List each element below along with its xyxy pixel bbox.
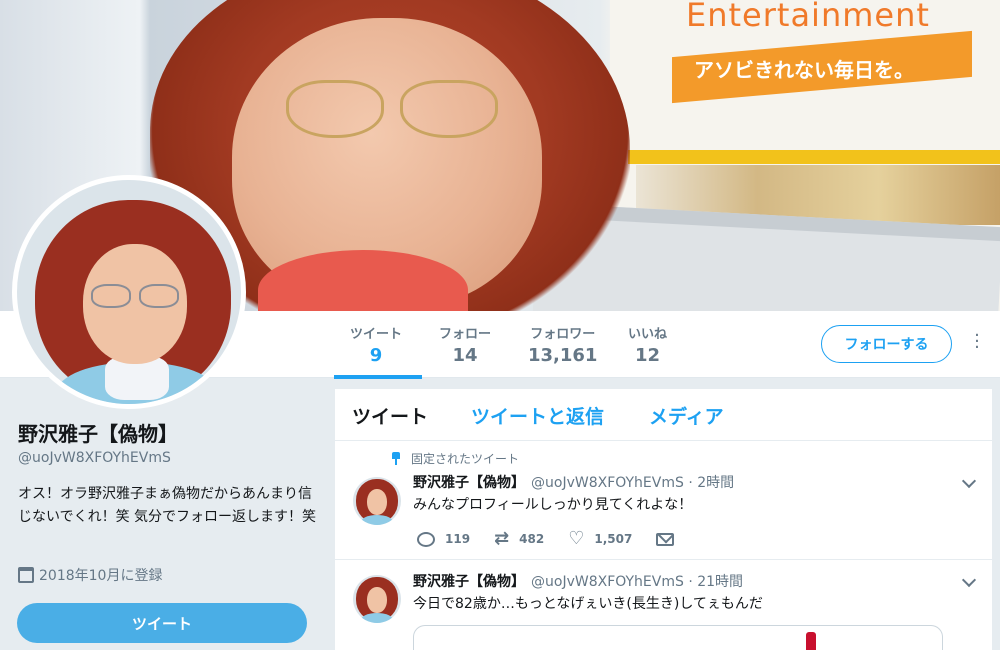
chevron-down-icon[interactable] (962, 476, 976, 490)
tab-tweets-and-replies[interactable]: ツイートと返信 (471, 402, 604, 429)
tweet-actions: 119 ⇄ 482 ♡ 1,507 (417, 530, 698, 548)
like-button[interactable]: ♡ 1,507 (568, 530, 632, 548)
stat-tweets-label: ツイート (350, 327, 403, 342)
retweet-icon: ⇄ (494, 528, 510, 549)
banner-ribbon-text: アソビきれない毎日を。 (694, 58, 914, 82)
stat-following-label: フォロー (439, 327, 492, 342)
stat-following[interactable]: フォロー 14 (439, 323, 491, 366)
compose-tweet-button[interactable]: ツイート (17, 603, 307, 643)
tweet-avatar-shirt (361, 515, 393, 525)
chevron-down-icon[interactable] (962, 575, 976, 589)
stat-followers-label: フォロワー (530, 327, 596, 342)
stat-followers-value: 13,161 (528, 345, 598, 366)
retweet-button[interactable]: ⇄ 482 (494, 530, 544, 548)
media-bottle-image (806, 632, 816, 650)
stat-likes-value: 12 (634, 345, 661, 366)
tweet-header: 野沢雅子【偽物】 @uoJvW8XFOYhEVmS · 2時間 (413, 472, 734, 492)
avatar-glasses-right (139, 284, 179, 308)
tweet-text: 今日で82歳か…もっとなげぇいき(長生き)してぇもんだ (413, 596, 763, 612)
tab-media[interactable]: メディア (649, 402, 724, 429)
tweet-avatar-shirt (361, 613, 393, 623)
pin-icon (391, 452, 401, 465)
retweet-count: 482 (519, 532, 545, 546)
active-stat-underline (334, 375, 422, 379)
stat-tweets[interactable]: ツイート 9 (350, 323, 402, 366)
tweet-text: みんなプロフィールしっかり見てくれよな！ (413, 497, 693, 513)
tweet-item[interactable]: 固定されたツイート 野沢雅子【偽物】 @uoJvW8XFOYhEVmS · 2時間… (335, 442, 992, 560)
tweet-avatar-face (367, 489, 387, 515)
stat-following-value: 14 (452, 345, 478, 366)
tab-tweets[interactable]: ツイート (352, 402, 428, 429)
profile-bio: オス！オラ野沢雅子まぁ偽物だからあんまり信じないでくれ！笑 気分でフォロー返しま… (18, 486, 317, 525)
tweet-meta[interactable]: @uoJvW8XFOYhEVmS · 21時間 (531, 574, 743, 590)
reply-icon (417, 531, 435, 547)
timeline-tabs: ツイート ツイートと返信 メディア (335, 389, 992, 441)
tweet-avatar[interactable] (353, 477, 401, 525)
avatar-glasses-left (91, 284, 131, 308)
banner-glasses-left (286, 80, 384, 138)
tweet-avatar-face (367, 587, 387, 613)
stat-likes-label: いいね (628, 327, 668, 342)
more-options-icon[interactable]: · · · (970, 327, 984, 357)
banner-stripe (628, 150, 1000, 164)
follow-button[interactable]: フォローする (821, 325, 952, 363)
reply-button[interactable]: 119 (417, 531, 471, 547)
like-count: 1,507 (594, 532, 633, 546)
reply-count: 119 (445, 532, 471, 546)
profile-joined-date: 2018年10月に登録 (18, 565, 162, 585)
calendar-icon (18, 567, 34, 583)
stat-likes[interactable]: いいね 12 (628, 323, 667, 366)
joined-text: 2018年10月に登録 (39, 568, 163, 584)
banner-glasses-right (400, 80, 498, 138)
profile-display-name[interactable]: 野沢雅子【偽物】 (18, 418, 178, 447)
tweet-avatar[interactable] (353, 575, 401, 623)
banner-sign-text: Entertainment (686, 0, 930, 34)
timeline: ツイート ツイートと返信 メディア 固定されたツイート 野沢雅子【偽物】 @uoJ… (335, 389, 992, 650)
profile-handle[interactable]: @uoJvW8XFOYhEVmS (18, 450, 171, 466)
tweet-meta[interactable]: @uoJvW8XFOYhEVmS · 2時間 (531, 475, 734, 491)
heart-icon: ♡ (568, 528, 585, 549)
envelope-icon (656, 532, 675, 546)
pinned-text: 固定されたツイート (411, 452, 520, 466)
tweet-author-name[interactable]: 野沢雅子【偽物】 (413, 475, 525, 491)
tweet-item[interactable]: 野沢雅子【偽物】 @uoJvW8XFOYhEVmS · 21時間 今日で82歳か…… (335, 561, 992, 650)
pinned-tweet-label: 固定されたツイート (391, 450, 519, 467)
profile-avatar[interactable] (12, 175, 246, 409)
tweet-media-card[interactable] (413, 625, 943, 650)
stat-tweets-value: 9 (369, 345, 383, 366)
tweet-author-name[interactable]: 野沢雅子【偽物】 (413, 574, 525, 590)
direct-message-button[interactable] (656, 532, 675, 546)
tweet-header: 野沢雅子【偽物】 @uoJvW8XFOYhEVmS · 21時間 (413, 571, 743, 591)
stat-followers[interactable]: フォロワー 13,161 (528, 323, 597, 366)
